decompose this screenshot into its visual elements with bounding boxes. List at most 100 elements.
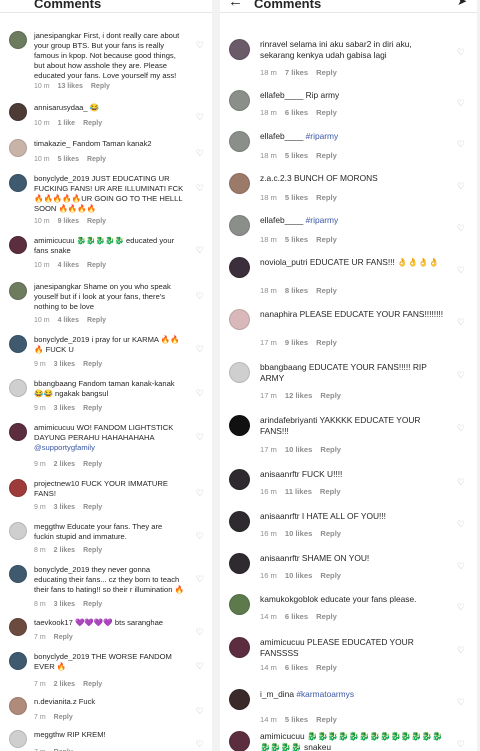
comment-username[interactable]: anisaanrftr [260, 469, 300, 479]
avatar[interactable] [9, 335, 27, 353]
heart-icon[interactable]: ♡ [457, 697, 465, 708]
heart-icon[interactable]: ♡ [196, 112, 204, 123]
like-count[interactable]: 10 likes [285, 529, 312, 538]
comment-username[interactable]: taevkook17 [34, 618, 73, 627]
like-count[interactable]: 12 likes [285, 391, 312, 400]
comment-mention-link[interactable]: #karmatoarmys [296, 689, 354, 699]
comment-username[interactable]: bonyclyde_2019 [34, 565, 89, 574]
heart-icon[interactable]: ♡ [196, 344, 204, 355]
avatar[interactable] [9, 379, 27, 397]
comment-username[interactable]: arindafebriyanti [260, 415, 317, 425]
like-count[interactable]: 5 likes [285, 235, 308, 244]
comment-mention-link[interactable]: #riparmy [306, 215, 339, 225]
like-count[interactable]: 3 likes [54, 361, 75, 368]
comment-mention-link[interactable]: #riparmy [306, 131, 339, 141]
heart-icon[interactable]: ♡ [457, 139, 465, 150]
avatar[interactable] [229, 689, 250, 710]
comment-username[interactable]: meggthw [34, 522, 65, 531]
avatar[interactable] [229, 173, 250, 194]
comment-username[interactable]: ellafeb____ [260, 131, 303, 141]
comment-username[interactable]: ellafeb____ [260, 90, 303, 100]
avatar[interactable] [229, 131, 250, 152]
reply-link[interactable]: Reply [54, 714, 73, 721]
comment-username[interactable]: z.a.c.2.3 [260, 173, 292, 183]
avatar[interactable] [9, 697, 27, 715]
like-count[interactable]: 1 like [58, 120, 76, 127]
avatar[interactable] [229, 469, 250, 490]
reply-link[interactable]: Reply [83, 120, 102, 127]
reply-link[interactable]: Reply [83, 601, 102, 608]
reply-link[interactable]: Reply [83, 405, 102, 412]
comment-username[interactable]: amimicucuu [260, 637, 305, 647]
like-count[interactable]: 5 likes [58, 156, 79, 163]
heart-icon[interactable]: ♡ [196, 388, 204, 399]
like-count[interactable]: 9 likes [285, 338, 308, 347]
avatar[interactable] [229, 637, 250, 658]
heart-icon[interactable]: ♡ [457, 98, 465, 109]
heart-icon[interactable]: ♡ [196, 148, 204, 159]
reply-link[interactable]: Reply [87, 262, 106, 269]
avatar[interactable] [229, 553, 250, 574]
comment-username[interactable]: rinravel [260, 39, 287, 49]
back-arrow-icon[interactable]: ← [228, 0, 243, 10]
heart-icon[interactable]: ♡ [196, 706, 204, 717]
heart-icon[interactable]: ♡ [457, 602, 465, 613]
avatar[interactable] [229, 731, 250, 751]
reply-link[interactable]: Reply [83, 461, 102, 468]
heart-icon[interactable]: ♡ [457, 561, 465, 572]
heart-icon[interactable]: ♡ [457, 645, 465, 656]
reply-link[interactable]: Reply [316, 108, 337, 117]
like-count[interactable]: 6 likes [285, 612, 308, 621]
heart-icon[interactable]: ♡ [196, 183, 204, 194]
reply-link[interactable]: Reply [91, 83, 110, 90]
reply-link[interactable]: Reply [87, 218, 106, 225]
avatar[interactable] [229, 39, 250, 60]
reply-link[interactable]: Reply [83, 361, 102, 368]
avatar[interactable] [9, 103, 27, 121]
like-count[interactable]: 6 likes [285, 663, 308, 672]
like-count[interactable]: 5 likes [285, 151, 308, 160]
comment-username[interactable]: anisaanrftr [260, 553, 300, 563]
reply-link[interactable]: Reply [320, 445, 341, 454]
heart-icon[interactable]: ♡ [457, 47, 465, 58]
like-count[interactable]: 7 likes [285, 68, 308, 77]
reply-link[interactable]: Reply [320, 529, 341, 538]
like-count[interactable]: 11 likes [285, 487, 312, 496]
reply-link[interactable]: Reply [316, 715, 337, 724]
like-count[interactable]: 5 likes [285, 715, 308, 724]
like-count[interactable]: 3 likes [54, 405, 75, 412]
comment-username[interactable]: timakazie_ [34, 139, 70, 148]
avatar[interactable] [229, 309, 250, 330]
comment-username[interactable]: amimicucuu [34, 423, 75, 432]
heart-icon[interactable]: ♡ [196, 432, 204, 443]
avatar[interactable] [229, 257, 250, 278]
heart-icon[interactable]: ♡ [457, 519, 465, 530]
comment-username[interactable]: bonyclyde_2019 [34, 335, 89, 344]
comment-username[interactable]: bonyclyde_2019 [34, 652, 89, 661]
reply-link[interactable]: Reply [320, 571, 341, 580]
heart-icon[interactable]: ♡ [196, 661, 204, 672]
comment-username[interactable]: bonyclyde_2019 [34, 174, 89, 183]
like-count[interactable]: 2 likes [54, 547, 75, 554]
heart-icon[interactable]: ♡ [196, 488, 204, 499]
reply-link[interactable]: Reply [320, 391, 341, 400]
comment-username[interactable]: i_m_dina [260, 689, 294, 699]
like-count[interactable]: 2 likes [54, 681, 75, 688]
heart-icon[interactable]: ♡ [196, 627, 204, 638]
heart-icon[interactable]: ♡ [457, 739, 465, 750]
heart-icon[interactable]: ♡ [196, 291, 204, 302]
avatar[interactable] [9, 174, 27, 192]
avatar[interactable] [9, 236, 27, 254]
avatar[interactable] [229, 215, 250, 236]
reply-link[interactable]: Reply [316, 235, 337, 244]
reply-link[interactable]: Reply [83, 547, 102, 554]
avatar[interactable] [9, 479, 27, 497]
comment-mention-link[interactable]: @supportygfamily [34, 443, 95, 452]
heart-icon[interactable]: ♡ [457, 265, 465, 276]
heart-icon[interactable]: ♡ [457, 477, 465, 488]
like-count[interactable]: 4 likes [58, 317, 79, 324]
reply-link[interactable]: Reply [83, 681, 102, 688]
comment-username[interactable]: amimicucuu [260, 731, 305, 741]
avatar[interactable] [229, 594, 250, 615]
reply-link[interactable]: Reply [316, 612, 337, 621]
